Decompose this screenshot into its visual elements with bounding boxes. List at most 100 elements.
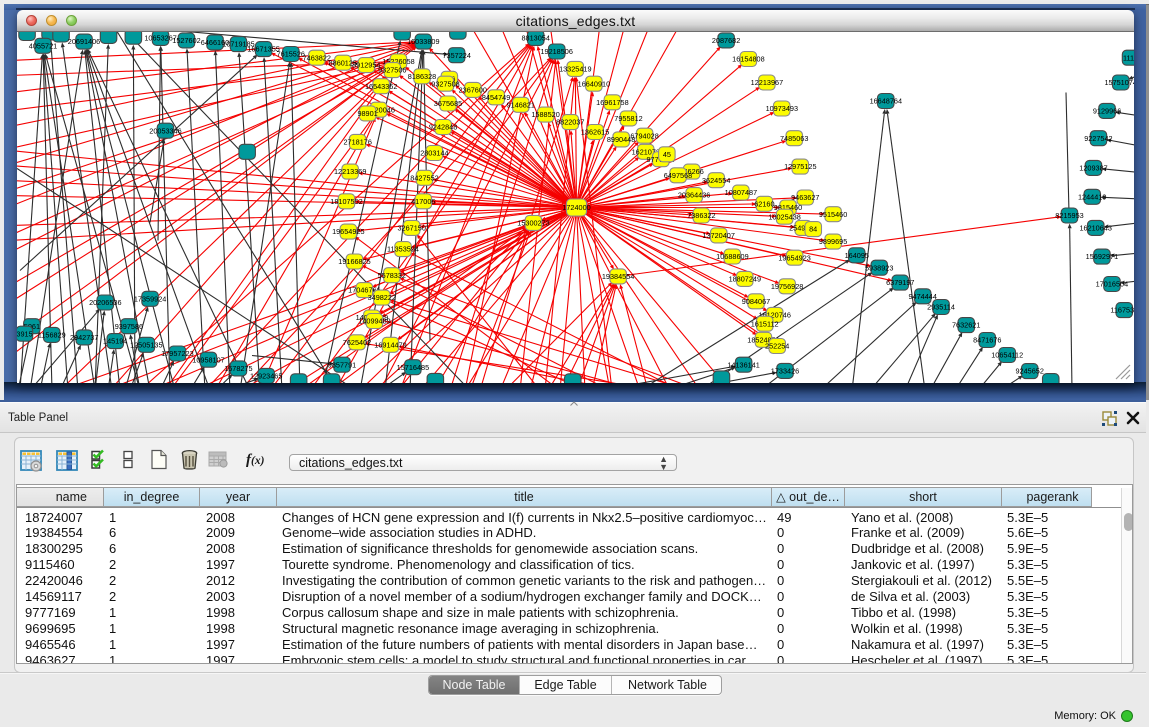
svg-text:16648764: 16648764 [870, 96, 902, 105]
svg-text:1156829: 1156829 [38, 330, 66, 339]
svg-text:19654925: 19654925 [332, 227, 364, 236]
svg-text:15751074: 15751074 [1104, 78, 1134, 87]
svg-text:19654923: 19654923 [778, 253, 810, 262]
svg-text:12505135: 12505135 [130, 340, 162, 349]
svg-text:16543362: 16543362 [365, 81, 397, 90]
svg-text:84: 84 [809, 224, 817, 233]
svg-text:1117: 1117 [1123, 53, 1134, 62]
svg-text:9857791: 9857791 [328, 360, 356, 369]
svg-text:1724000: 1724000 [562, 203, 590, 212]
svg-text:6379197: 6379197 [886, 278, 914, 287]
svg-text:2935114: 2935114 [927, 302, 955, 311]
svg-text:12213967: 12213967 [751, 78, 783, 87]
svg-text:13325419: 13325419 [559, 64, 591, 73]
svg-text:16640910: 16640910 [578, 79, 610, 88]
svg-text:7632621: 7632621 [952, 320, 980, 329]
svg-text:2718176: 2718176 [343, 137, 371, 146]
svg-text:10025438: 10025438 [768, 212, 800, 221]
svg-text:7386322: 7386322 [687, 211, 715, 220]
svg-text:2087682: 2087682 [712, 36, 740, 45]
svg-text:1244419: 1244419 [1078, 192, 1106, 201]
svg-text:3675685: 3675685 [434, 99, 462, 108]
svg-text:1678275: 1678275 [224, 364, 252, 373]
svg-text:17957223: 17957223 [161, 349, 193, 358]
svg-text:3624554: 3624554 [702, 175, 730, 184]
svg-text:7615526: 7615526 [277, 49, 305, 58]
svg-text:4055721: 4055721 [29, 41, 57, 50]
svg-text:19218506: 19218506 [540, 47, 572, 56]
svg-text:9474444: 9474444 [908, 291, 936, 300]
svg-text:10807487: 10807487 [725, 188, 757, 197]
svg-text:9899695: 9899695 [819, 237, 847, 246]
svg-text:16914479: 16914479 [374, 340, 406, 349]
svg-text:8813054: 8813054 [521, 33, 549, 42]
svg-text:9245652: 9245652 [1015, 366, 1043, 375]
svg-text:19756928: 19756928 [771, 281, 803, 290]
svg-text:19166825: 19166825 [338, 257, 370, 266]
svg-text:62160: 62160 [754, 199, 774, 208]
svg-text:1209387: 1209387 [1079, 163, 1107, 172]
svg-text:17016504: 17016504 [1096, 279, 1128, 288]
svg-text:8471676: 8471676 [973, 335, 1001, 344]
svg-text:9397586: 9397586 [115, 321, 143, 330]
svg-text:15716485: 15716485 [397, 362, 429, 371]
svg-text:3498222: 3498222 [368, 293, 396, 302]
svg-text:20206536: 20206536 [89, 298, 121, 307]
svg-text:18107552: 18107552 [330, 196, 362, 205]
svg-text:17359924: 17359924 [134, 294, 166, 303]
svg-text:3267150: 3267150 [397, 223, 425, 232]
svg-text:8427552: 8427552 [410, 173, 438, 182]
svg-text:7463822: 7463822 [303, 53, 331, 62]
svg-text:9227542: 9227542 [1084, 133, 1112, 142]
svg-text:16210643: 16210643 [1079, 223, 1111, 232]
svg-text:9327508: 9327508 [431, 79, 459, 88]
svg-text:9084067: 9084067 [742, 296, 770, 305]
svg-text:18807249: 18807249 [729, 274, 761, 283]
svg-text:1527602: 1527602 [172, 36, 200, 45]
svg-text:8912954: 8912954 [352, 60, 380, 69]
svg-text:98901: 98901 [357, 109, 377, 118]
svg-text:16154808: 16154808 [732, 54, 764, 63]
svg-text:2803144: 2803144 [420, 148, 448, 157]
svg-text:13720407: 13720407 [702, 231, 734, 240]
svg-text:20364436: 20364436 [678, 190, 710, 199]
svg-text:5938923: 5938923 [865, 263, 893, 272]
svg-text:7955812: 7955812 [614, 114, 642, 123]
svg-text:10654112: 10654112 [991, 350, 1023, 359]
svg-text:9146821: 9146821 [507, 100, 535, 109]
svg-text:10688609: 10688609 [716, 252, 748, 261]
svg-text:11353594: 11353594 [387, 244, 419, 253]
svg-text:15692971: 15692971 [1086, 252, 1118, 261]
svg-text:15300273: 15300273 [517, 218, 549, 227]
svg-text:45: 45 [663, 149, 671, 158]
svg-text:20053346: 20053346 [149, 126, 181, 135]
svg-text:9515460: 9515460 [819, 209, 847, 218]
svg-text:16033809: 16033809 [407, 37, 439, 46]
svg-text:7357224: 7357224 [442, 50, 470, 59]
svg-text:1167533: 1167533 [1110, 305, 1134, 314]
svg-text:19384554: 19384554 [602, 272, 634, 281]
svg-text:1362615: 1362615 [581, 127, 609, 136]
svg-text:6794028: 6794028 [630, 131, 658, 140]
svg-text:145194: 145194 [103, 336, 127, 345]
svg-text:3915: 3915 [17, 329, 33, 338]
svg-text:5578332: 5578332 [378, 270, 406, 279]
svg-text:7485063: 7485063 [780, 133, 808, 142]
svg-text:20691406: 20691406 [68, 37, 100, 46]
svg-text:9129966: 9129966 [1093, 106, 1121, 115]
svg-text:12213369: 12213369 [334, 167, 366, 176]
svg-text:252254: 252254 [765, 341, 789, 350]
svg-text:8215953: 8215953 [1055, 211, 1083, 220]
svg-text:12923465: 12923465 [250, 371, 282, 380]
svg-text:164095: 164095 [845, 250, 869, 259]
svg-text:10973493: 10973493 [766, 104, 798, 113]
svg-text:7625402: 7625402 [343, 337, 371, 346]
svg-text:1615112: 1615112 [751, 319, 779, 328]
svg-text:9327506: 9327506 [378, 65, 406, 74]
svg-text:14136141: 14136141 [727, 360, 759, 369]
svg-text:14099489: 14099489 [358, 316, 390, 325]
svg-text:1733426: 1733426 [771, 366, 799, 375]
svg-text:2942737: 2942737 [70, 333, 98, 342]
svg-text:417006: 417006 [411, 196, 435, 205]
svg-text:10958107: 10958107 [192, 355, 224, 364]
